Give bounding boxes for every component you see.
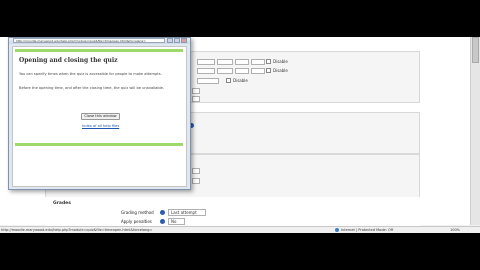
popup-paragraph-1: You can specify times when the quiz is a… bbox=[19, 72, 162, 76]
close-year-select[interactable] bbox=[217, 68, 233, 74]
internet-zone-icon bbox=[335, 228, 339, 232]
grades-section-title: Grades bbox=[53, 201, 71, 206]
status-url: http://moodle.marywood.edu/help.php?modu… bbox=[1, 228, 153, 232]
zoom-level[interactable]: 100% bbox=[450, 227, 460, 233]
vertical-scrollbar[interactable] bbox=[470, 37, 480, 225]
scrollbar-thumb[interactable] bbox=[472, 37, 479, 63]
browser-status-bar: http://moodle.marywood.edu/help.php?modu… bbox=[0, 226, 480, 233]
apply-penalties-value: No bbox=[171, 219, 177, 224]
disable-time-limit-label: Disable bbox=[233, 78, 248, 83]
security-zone-text: Internet | Protected Mode: Off bbox=[341, 228, 394, 232]
help-popup-window: http://moodle.marywood.edu/help.php?modu… bbox=[8, 37, 191, 190]
disable-open-checkbox[interactable] bbox=[266, 59, 271, 64]
close-hour-select[interactable] bbox=[235, 68, 249, 74]
popup-heading: Opening and closing the quiz bbox=[19, 57, 118, 64]
each-attempt-select[interactable] bbox=[192, 178, 200, 184]
popup-paragraph-2: Before the opening time, and after the c… bbox=[19, 86, 164, 90]
apply-penalties-select[interactable]: No bbox=[168, 218, 185, 225]
bottom-green-bar bbox=[15, 143, 183, 146]
apply-penalties-label: Apply penalties bbox=[121, 219, 152, 224]
close-day-select[interactable] bbox=[197, 68, 215, 74]
disable-close-checkbox[interactable] bbox=[266, 68, 271, 73]
popup-address-bar[interactable]: http://moodle.marywood.edu/help.php?modu… bbox=[13, 38, 165, 43]
open-day-select[interactable] bbox=[197, 59, 215, 65]
maximize-icon[interactable] bbox=[174, 38, 180, 43]
time-limit-input[interactable] bbox=[197, 78, 219, 84]
grading-method-label: Grading method bbox=[121, 210, 154, 215]
delay2-select[interactable] bbox=[192, 96, 200, 102]
open-minute-select[interactable] bbox=[251, 59, 265, 65]
top-green-bar bbox=[15, 49, 183, 52]
grading-method-help-icon[interactable] bbox=[160, 210, 165, 215]
close-minute-select[interactable] bbox=[251, 68, 265, 74]
disable-time-limit-checkbox[interactable] bbox=[226, 78, 231, 83]
disable-close-label: Disable bbox=[273, 68, 288, 73]
open-hour-select[interactable] bbox=[235, 59, 249, 65]
disable-open-label: Disable bbox=[273, 59, 288, 64]
grading-method-value: Last attempt bbox=[171, 210, 197, 215]
delay-select[interactable] bbox=[192, 88, 200, 94]
close-window-button[interactable]: Close this window bbox=[81, 113, 120, 120]
minimize-icon[interactable] bbox=[167, 38, 173, 43]
apply-penalties-help-icon[interactable] bbox=[160, 219, 165, 224]
close-icon[interactable] bbox=[181, 38, 187, 43]
open-year-select[interactable] bbox=[217, 59, 233, 65]
window-controls bbox=[167, 38, 187, 43]
popup-content: Opening and closing the quiz You can spe… bbox=[12, 46, 187, 187]
help-index-link[interactable]: Index of all help files bbox=[82, 124, 119, 128]
attempts-select[interactable] bbox=[192, 168, 200, 174]
grades-fieldset bbox=[45, 197, 420, 227]
grading-method-select[interactable]: Last attempt bbox=[168, 209, 206, 216]
